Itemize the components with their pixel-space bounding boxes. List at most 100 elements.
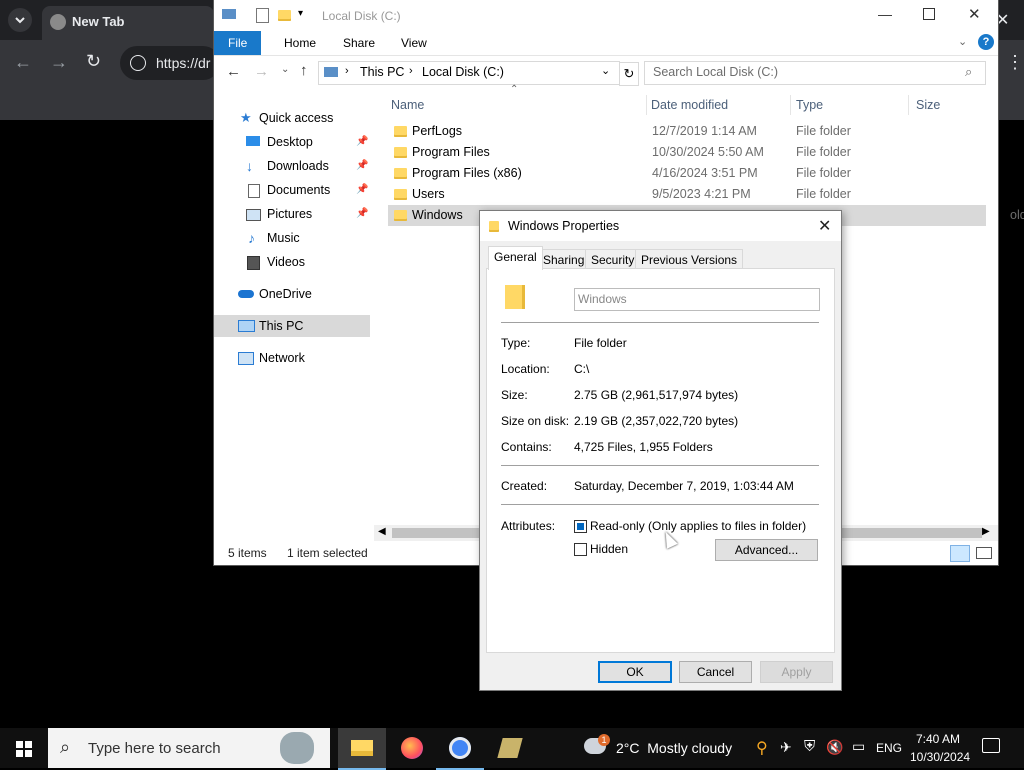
hidden-checkbox[interactable] bbox=[574, 543, 587, 556]
nav-videos[interactable]: Videos bbox=[214, 251, 370, 273]
language-indicator[interactable]: ENG bbox=[876, 741, 902, 755]
advanced-button[interactable]: Advanced... bbox=[715, 539, 818, 561]
notifications-icon[interactable] bbox=[982, 738, 1000, 753]
up-arrow-icon[interactable]: ↑ bbox=[300, 62, 308, 79]
windows-start-icon[interactable] bbox=[16, 741, 32, 757]
search-tray-icon[interactable]: ⚲ bbox=[756, 738, 768, 758]
tab-home[interactable]: Home bbox=[270, 31, 330, 55]
ok-button[interactable]: OK bbox=[598, 661, 672, 683]
nav-network[interactable]: Network bbox=[214, 347, 370, 369]
created-value: Saturday, December 7, 2019, 1:03:44 AM bbox=[574, 479, 794, 493]
details-view-icon[interactable] bbox=[950, 545, 970, 562]
shield-icon[interactable]: ⛨ bbox=[804, 738, 815, 755]
pin-icon[interactable]: 📌 bbox=[356, 131, 368, 153]
nav-back-icon[interactable]: ← bbox=[226, 63, 241, 80]
back-arrow-icon[interactable]: ← bbox=[14, 52, 32, 73]
scroll-left-icon[interactable]: ◀ bbox=[378, 526, 386, 537]
nav-quick-access[interactable]: ★ Quick access bbox=[214, 107, 370, 129]
nav-label: Documents bbox=[267, 183, 331, 197]
address-bar[interactable]: https://dr bbox=[120, 46, 220, 80]
pin-icon[interactable]: 📌 bbox=[356, 155, 368, 177]
tab-security[interactable]: Security bbox=[585, 249, 641, 270]
window-close-icon[interactable]: ✕ bbox=[996, 10, 1009, 30]
nav-label: Quick access bbox=[259, 111, 334, 125]
help-icon[interactable]: ? bbox=[978, 34, 994, 50]
nav-desktop[interactable]: Desktop 📌 bbox=[214, 131, 370, 153]
read-only-label[interactable]: Read-only (Only applies to files in fold… bbox=[590, 519, 806, 533]
minimize-icon[interactable]: — bbox=[878, 6, 892, 22]
created-label: Created: bbox=[501, 479, 548, 493]
hidden-label[interactable]: Hidden bbox=[590, 542, 628, 556]
display-icon[interactable]: ▭ bbox=[852, 738, 865, 755]
scroll-right-icon[interactable]: ▶ bbox=[982, 526, 990, 537]
nav-label: Desktop bbox=[267, 135, 313, 149]
nav-music[interactable]: ♪ Music bbox=[214, 227, 370, 249]
tab-search-button[interactable] bbox=[8, 8, 32, 32]
nav-this-pc[interactable]: This PC bbox=[214, 315, 370, 337]
menu-kebab-icon[interactable]: ⋮ bbox=[1006, 52, 1024, 73]
volume-muted-icon[interactable]: 🔇 bbox=[826, 739, 843, 756]
close-icon[interactable]: ✕ bbox=[818, 216, 831, 236]
taskbar-chrome[interactable] bbox=[436, 728, 484, 770]
new-folder-icon[interactable] bbox=[278, 10, 291, 21]
tab-previous-versions[interactable]: Previous Versions bbox=[635, 249, 744, 270]
properties-icon[interactable] bbox=[256, 8, 269, 23]
apply-button[interactable]: Apply bbox=[760, 661, 833, 683]
taskbar-file-explorer[interactable] bbox=[338, 728, 386, 770]
taskbar-search-placeholder: Type here to search bbox=[88, 740, 221, 757]
network-off-icon[interactable]: ✈ bbox=[780, 739, 792, 756]
tab-file[interactable]: File bbox=[214, 31, 262, 55]
taskbar-search-box[interactable]: ⌕ Type here to search bbox=[48, 728, 330, 768]
pin-icon[interactable]: 📌 bbox=[356, 179, 368, 201]
forward-arrow-icon[interactable]: → bbox=[50, 52, 68, 73]
file-date: 4/16/2024 3:51 PM bbox=[652, 166, 758, 180]
general-tab-panel: Windows Type: File folder Location: C:\ … bbox=[486, 268, 835, 653]
large-icons-view-icon[interactable] bbox=[976, 547, 992, 559]
column-size[interactable]: Size bbox=[908, 95, 940, 115]
nav-documents[interactable]: Documents 📌 bbox=[214, 179, 370, 201]
weather-text[interactable]: 2°C Mostly cloudy bbox=[616, 740, 732, 756]
breadcrumb-this-pc[interactable]: This PC bbox=[360, 65, 404, 79]
column-date-modified[interactable]: Date modified bbox=[646, 95, 728, 115]
nav-forward-icon[interactable]: → bbox=[254, 63, 269, 80]
tab-view[interactable]: View bbox=[387, 31, 441, 55]
nav-onedrive[interactable]: OneDrive bbox=[214, 283, 370, 305]
table-row[interactable]: PerfLogs 12/7/2019 1:14 AM File folder bbox=[388, 121, 986, 142]
column-name[interactable]: Name bbox=[391, 95, 424, 115]
qat-dropdown-icon[interactable]: ▾ bbox=[298, 8, 303, 19]
folder-name-field[interactable]: Windows bbox=[574, 288, 820, 311]
file-explorer-icon bbox=[351, 740, 373, 756]
breadcrumb-local-disk[interactable]: Local Disk (C:) bbox=[422, 65, 504, 79]
refresh-icon[interactable]: ↻ bbox=[619, 62, 639, 86]
taskbar-app[interactable] bbox=[486, 728, 534, 768]
size-on-disk-label: Size on disk: bbox=[501, 414, 570, 428]
table-row[interactable]: Users 9/5/2023 4:21 PM File folder bbox=[388, 184, 986, 205]
clock-time[interactable]: 7:40 AM bbox=[916, 732, 960, 746]
address-bar[interactable]: › This PC › Local Disk (C:) ⌄ bbox=[318, 61, 620, 85]
reload-icon[interactable]: ↻ bbox=[86, 51, 101, 72]
search-box[interactable]: Search Local Disk (C:) ⌕ bbox=[644, 61, 986, 85]
column-type[interactable]: Type bbox=[790, 95, 823, 115]
navigation-pane: ★ Quick access Desktop 📌 ↓ Downloads 📌 D… bbox=[214, 95, 374, 535]
read-only-checkbox[interactable] bbox=[574, 520, 587, 533]
nav-pictures[interactable]: Pictures 📌 bbox=[214, 203, 370, 225]
nav-downloads[interactable]: ↓ Downloads 📌 bbox=[214, 155, 370, 177]
taskbar-firefox[interactable] bbox=[388, 728, 436, 768]
tab-general[interactable]: General bbox=[488, 246, 543, 270]
chrome-favicon-icon bbox=[50, 14, 66, 30]
table-row[interactable]: Program Files 10/30/2024 5:50 AM File fo… bbox=[388, 142, 986, 163]
address-dropdown-icon[interactable]: ⌄ bbox=[601, 64, 610, 77]
cloud-icon bbox=[238, 290, 254, 298]
nav-label: Music bbox=[267, 231, 300, 245]
cancel-button[interactable]: Cancel bbox=[679, 661, 752, 683]
tab-share[interactable]: Share bbox=[329, 31, 389, 55]
recent-locations-icon[interactable]: ⌄ bbox=[281, 64, 289, 75]
browser-tab[interactable]: New Tab bbox=[42, 6, 214, 40]
tab-sharing[interactable]: Sharing bbox=[537, 249, 591, 270]
table-row[interactable]: Program Files (x86) 4/16/2024 3:51 PM Fi… bbox=[388, 163, 986, 184]
maximize-icon[interactable] bbox=[923, 8, 935, 20]
clock-date[interactable]: 10/30/2024 bbox=[910, 750, 970, 764]
close-icon[interactable]: ✕ bbox=[968, 5, 981, 23]
ribbon-expand-icon[interactable]: ⌄ bbox=[958, 35, 967, 48]
pin-icon[interactable]: 📌 bbox=[356, 203, 368, 225]
